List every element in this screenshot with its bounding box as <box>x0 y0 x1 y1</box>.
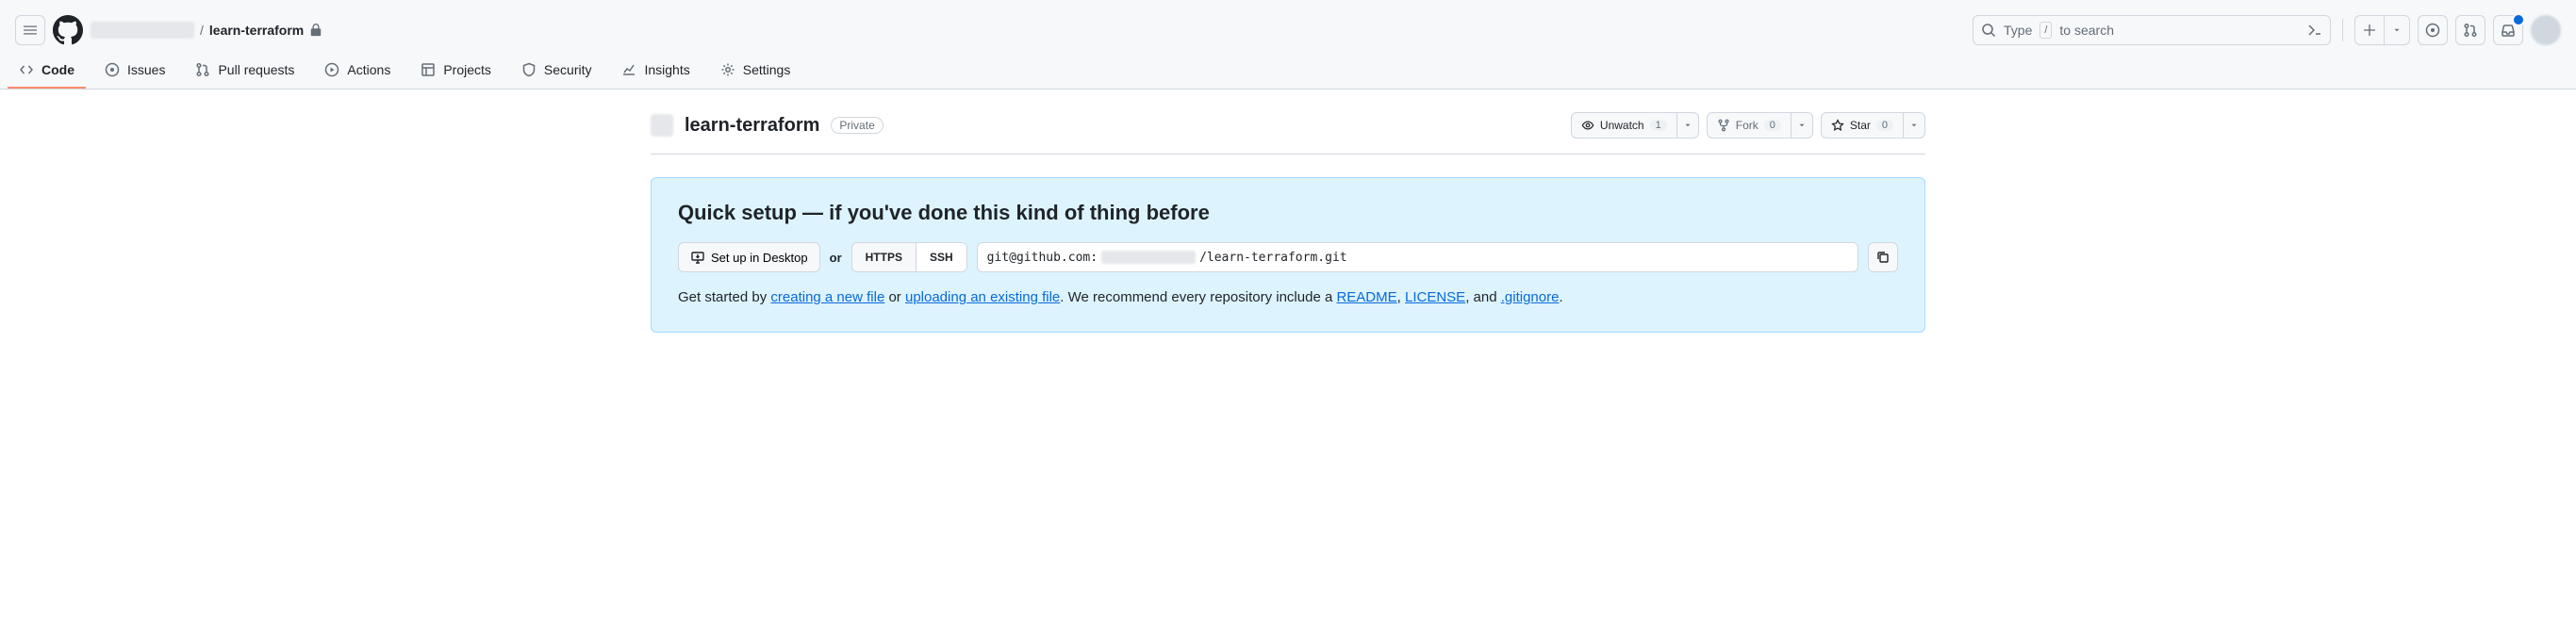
github-logo[interactable] <box>53 15 83 45</box>
tab-security[interactable]: Security <box>510 53 603 89</box>
https-toggle[interactable]: HTTPS <box>852 243 916 271</box>
search-icon <box>1981 23 1996 38</box>
chevron-down-icon <box>1909 121 1919 130</box>
divider <box>2342 19 2343 41</box>
pull-requests-tray-button[interactable] <box>2455 15 2485 45</box>
tab-projects-label: Projects <box>443 62 491 77</box>
clone-url-input[interactable]: git@github.com: /learn-terraform.git <box>977 242 1858 272</box>
hamburger-menu-button[interactable] <box>15 15 45 45</box>
breadcrumb-repo[interactable]: learn-terraform <box>209 23 304 38</box>
link-readme[interactable]: README <box>1336 289 1396 305</box>
star-button[interactable]: Star 0 <box>1821 112 1925 139</box>
ssh-toggle[interactable]: SSH <box>916 243 966 271</box>
chevron-down-icon <box>2392 25 2402 35</box>
hamburger-icon <box>23 23 38 38</box>
fork-label: Fork <box>1736 119 1759 132</box>
clone-protocol-toggle: HTTPS SSH <box>851 242 967 272</box>
search-input[interactable]: Type / to search <box>1973 15 2331 45</box>
shield-icon <box>521 62 537 77</box>
link-upload-existing-file[interactable]: uploading an existing file <box>905 289 1060 305</box>
quick-setup-footer: Get started by creating a new file or up… <box>678 289 1898 305</box>
tab-code-label: Code <box>41 62 74 77</box>
star-count: 0 <box>1876 120 1893 131</box>
copy-clone-url-button[interactable] <box>1868 242 1898 272</box>
or-text: or <box>830 251 842 265</box>
star-icon <box>1831 119 1844 132</box>
code-icon <box>19 62 34 77</box>
tab-issues[interactable]: Issues <box>93 53 176 89</box>
setup-in-desktop-label: Set up in Desktop <box>711 251 808 265</box>
chevron-down-icon <box>1683 121 1693 130</box>
top-bar: / learn-terraform Type / to search <box>0 0 2576 90</box>
fork-button[interactable]: Fork 0 <box>1707 112 1813 139</box>
desktop-download-icon <box>690 250 705 265</box>
copy-icon <box>1875 250 1891 265</box>
star-label: Star <box>1850 119 1871 132</box>
quick-setup-title: Quick setup — if you've done this kind o… <box>678 201 1898 225</box>
watch-count: 1 <box>1650 120 1667 131</box>
tab-pull-requests[interactable]: Pull requests <box>184 53 305 89</box>
repo-owner-avatar[interactable] <box>651 114 673 137</box>
table-icon <box>421 62 436 77</box>
tab-insights-label: Insights <box>644 62 689 77</box>
play-icon <box>324 62 339 77</box>
eye-icon <box>1581 119 1594 132</box>
fork-count: 0 <box>1764 120 1781 131</box>
repo-tabs: Code Issues Pull requests Actions Projec… <box>0 53 2576 89</box>
breadcrumb-owner[interactable] <box>91 22 194 39</box>
breadcrumb: / learn-terraform <box>91 22 322 39</box>
clone-suffix: /learn-terraform.git <box>1199 251 1347 265</box>
graph-icon <box>621 62 636 77</box>
git-pull-request-icon <box>2463 23 2478 38</box>
search-placeholder-post: to search <box>2059 23 2300 38</box>
notifications-button[interactable] <box>2493 15 2523 45</box>
clone-prefix: git@github.com: <box>987 251 1098 265</box>
search-kbd: / <box>2039 22 2052 39</box>
clone-owner-redacted <box>1101 251 1196 264</box>
user-avatar[interactable] <box>2531 15 2561 45</box>
repo-title[interactable]: learn-terraform <box>685 115 819 137</box>
visibility-badge: Private <box>831 117 883 134</box>
link-license[interactable]: LICENSE <box>1405 289 1465 305</box>
lock-icon <box>309 24 322 37</box>
issues-tray-button[interactable] <box>2418 15 2448 45</box>
tab-security-label: Security <box>544 62 592 77</box>
gear-icon <box>720 62 735 77</box>
issue-icon <box>105 62 120 77</box>
plus-icon <box>2363 24 2376 37</box>
chevron-down-icon <box>1797 121 1807 130</box>
watch-button[interactable]: Unwatch 1 <box>1571 112 1699 139</box>
search-placeholder-pre: Type <box>2004 23 2032 38</box>
tab-insights[interactable]: Insights <box>610 53 701 89</box>
watch-label: Unwatch <box>1600 119 1644 132</box>
repo-header: learn-terraform Private Unwatch 1 Fork 0 <box>651 105 1925 155</box>
fork-icon <box>1717 119 1730 132</box>
link-create-new-file[interactable]: creating a new file <box>770 289 884 305</box>
command-palette-icon <box>2307 23 2322 38</box>
quick-setup-panel: Quick setup — if you've done this kind o… <box>651 177 1925 333</box>
tab-code[interactable]: Code <box>8 53 86 89</box>
tab-settings-label: Settings <box>743 62 791 77</box>
tab-actions[interactable]: Actions <box>313 53 402 89</box>
github-mark-icon <box>53 15 83 45</box>
link-gitignore[interactable]: .gitignore <box>1501 289 1560 305</box>
tab-settings[interactable]: Settings <box>709 53 802 89</box>
tab-projects[interactable]: Projects <box>409 53 503 89</box>
inbox-icon <box>2501 23 2516 38</box>
breadcrumb-separator: / <box>200 23 204 38</box>
tab-issues-label: Issues <box>127 62 165 77</box>
create-new-button[interactable] <box>2354 15 2410 45</box>
dot-circle-icon <box>2425 23 2440 38</box>
git-pull-request-icon <box>195 62 210 77</box>
setup-in-desktop-button[interactable]: Set up in Desktop <box>678 242 820 272</box>
tab-actions-label: Actions <box>347 62 390 77</box>
tab-pulls-label: Pull requests <box>218 62 294 77</box>
